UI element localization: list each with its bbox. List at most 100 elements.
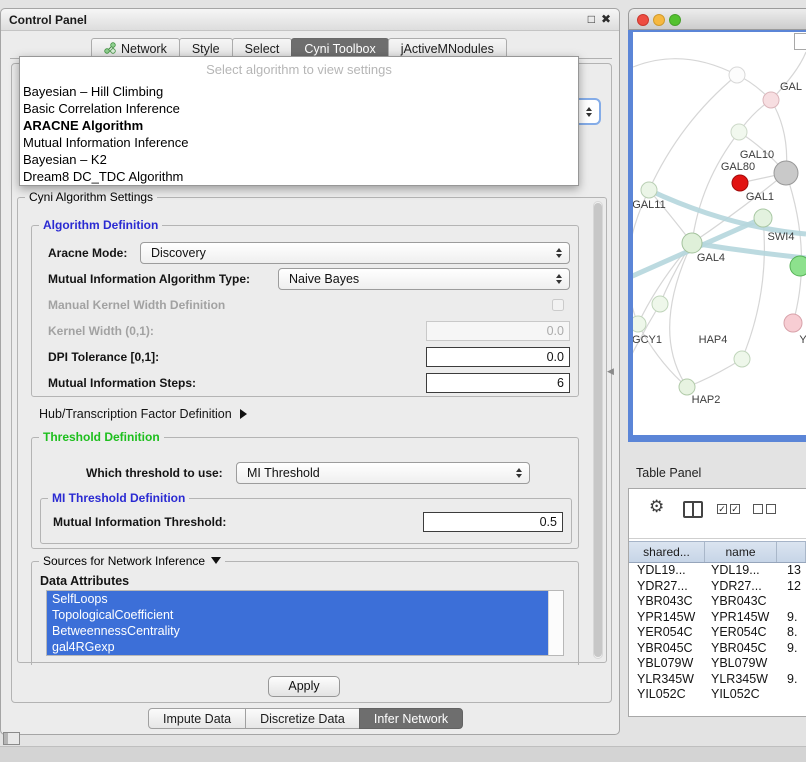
network-node[interactable] xyxy=(754,209,772,227)
network-edge[interactable] xyxy=(649,190,806,234)
algorithm-option[interactable]: Bayesian – K2 xyxy=(20,151,578,168)
table-cell: YBR045C xyxy=(629,641,705,657)
network-edge[interactable] xyxy=(786,173,802,323)
close-traffic-light-icon[interactable] xyxy=(637,14,649,26)
algorithm-option[interactable]: Bayesian – Hill Climbing xyxy=(20,83,578,100)
table-cell xyxy=(777,594,806,610)
attribute-list-item[interactable]: gal4RGexp xyxy=(47,639,549,655)
network-node-label: SWI4 xyxy=(768,231,795,243)
table-row[interactable]: YIL052CYIL052C xyxy=(629,687,806,703)
network-node-label: GCY1 xyxy=(633,334,662,346)
network-edge[interactable] xyxy=(670,243,692,387)
kernel-width-input[interactable] xyxy=(426,321,570,341)
aracne-mode-label: Aracne Mode: xyxy=(48,242,127,264)
network-toolbar-fragment[interactable] xyxy=(794,33,806,50)
network-node[interactable] xyxy=(774,161,798,185)
sources-title[interactable]: Sources for Network Inference xyxy=(39,554,225,568)
network-node[interactable] xyxy=(682,233,702,253)
panel-collapse-arrow-icon[interactable]: ◀ xyxy=(607,366,614,377)
attribute-list-item[interactable]: TopologicalCoefficient xyxy=(47,607,549,623)
apply-button[interactable]: Apply xyxy=(268,676,340,697)
table-row[interactable]: YDL19...YDL19...13 xyxy=(629,563,806,579)
screen: Control Panel □ ✖ NetworkStyleSelectCyni… xyxy=(0,0,806,762)
bottom-tab-discretize-data[interactable]: Discretize Data xyxy=(245,708,360,729)
manual-kernel-width-checkbox[interactable] xyxy=(552,299,564,311)
network-node[interactable] xyxy=(641,182,657,198)
which-threshold-label: Which threshold to use: xyxy=(86,462,223,484)
table-row[interactable]: YPR145WYPR145W9. xyxy=(629,610,806,626)
algorithm-option[interactable]: Basic Correlation Inference xyxy=(20,100,578,117)
table-cell: YPR145W xyxy=(629,610,705,626)
network-node[interactable] xyxy=(763,92,779,108)
network-node-label: GAL11 xyxy=(633,199,666,211)
algorithm-option[interactable]: Dream8 DC_TDC Algorithm xyxy=(20,168,578,185)
network-node-label: GAL10 xyxy=(740,149,774,161)
bottom-tab-infer-network[interactable]: Infer Network xyxy=(359,708,463,729)
table-cell: YBR045C xyxy=(705,641,777,657)
dpi-tolerance-input[interactable] xyxy=(426,347,570,367)
table-panel-title: Table Panel xyxy=(636,466,701,480)
network-node[interactable] xyxy=(679,379,695,395)
spinner-arrows-icon xyxy=(516,468,522,478)
table-cell: YIL052C xyxy=(629,687,705,703)
gear-icon[interactable]: ⚙ xyxy=(649,497,664,517)
algorithm-option[interactable]: ARACNE Algorithm xyxy=(20,117,578,134)
table-row[interactable]: YBR043CYBR043C xyxy=(629,594,806,610)
table-row[interactable]: YLR345WYLR345W9. xyxy=(629,672,806,688)
data-attributes-list[interactable]: SelfLoopsTopologicalCoefficientBetweenne… xyxy=(46,590,564,656)
tab-label: Cyni Toolbox xyxy=(304,42,375,56)
table-cell xyxy=(777,687,806,703)
float-window-icon[interactable]: □ xyxy=(588,12,595,26)
network-edge[interactable] xyxy=(742,218,764,359)
network-node[interactable] xyxy=(732,175,748,191)
table-row[interactable]: YBR045CYBR045C9. xyxy=(629,641,806,657)
which-threshold-combobox[interactable]: MI Threshold xyxy=(236,462,530,484)
zoom-traffic-light-icon[interactable] xyxy=(669,14,681,26)
network-node[interactable] xyxy=(729,67,745,83)
collapse-down-icon xyxy=(211,557,221,564)
which-threshold-value: MI Threshold xyxy=(247,466,320,480)
control-panel-titlebar[interactable]: Control Panel □ ✖ xyxy=(1,9,619,31)
aracne-mode-combobox[interactable]: Discovery xyxy=(140,242,570,264)
table-cell: YER054C xyxy=(629,625,705,641)
settings-scrollbar-thumb[interactable] xyxy=(594,203,602,657)
table-cell: 9. xyxy=(777,610,806,626)
mi-algorithm-type-combobox[interactable]: Naive Bayes xyxy=(278,268,570,290)
sources-group: Sources for Network Inference Data Attri… xyxy=(31,561,579,665)
close-window-icon[interactable]: ✖ xyxy=(601,12,611,26)
table-row[interactable]: YER054CYER054C8. xyxy=(629,625,806,641)
table-column-header[interactable]: shared... xyxy=(629,542,705,562)
mi-steps-input[interactable] xyxy=(426,373,570,393)
deselect-all-icon[interactable] xyxy=(753,504,776,514)
bottom-tab-impute-data[interactable]: Impute Data xyxy=(148,708,246,729)
table-cell: YDR27... xyxy=(629,579,705,595)
select-all-icon[interactable]: ✓ ✓ xyxy=(717,504,740,514)
network-window-titlebar[interactable] xyxy=(628,8,806,30)
table-row[interactable]: YBL079WYBL079W xyxy=(629,656,806,672)
network-node[interactable] xyxy=(734,351,750,367)
network-node[interactable] xyxy=(652,296,668,312)
attribute-list-item[interactable]: BetweennessCentrality xyxy=(47,623,549,639)
mi-threshold-definition-title: MI Threshold Definition xyxy=(48,491,189,505)
algorithm-dropdown-placeholder: Select algorithm to view settings xyxy=(20,57,578,83)
network-node[interactable] xyxy=(784,314,802,332)
algorithm-option[interactable]: Mutual Information Inference xyxy=(20,134,578,151)
table-column-header[interactable] xyxy=(777,542,806,562)
docked-panel-icon[interactable] xyxy=(3,732,20,745)
network-edge[interactable] xyxy=(633,59,737,75)
control-panel-title: Control Panel xyxy=(9,13,87,27)
mi-threshold-input[interactable] xyxy=(423,512,563,532)
network-node[interactable] xyxy=(633,316,646,332)
threshold-definition-group: Threshold Definition Which threshold to … xyxy=(31,437,579,549)
network-edge[interactable] xyxy=(687,359,742,387)
column-chooser-icon[interactable] xyxy=(683,501,703,518)
attribute-list-item[interactable]: SelfLoops xyxy=(47,591,549,607)
minimize-traffic-light-icon[interactable] xyxy=(653,14,665,26)
network-node[interactable] xyxy=(731,124,747,140)
hub-transcription-factor-section[interactable]: Hub/Transcription Factor Definition xyxy=(39,405,247,423)
network-canvas[interactable]: GALGAL80GAL10GAL1GAL11SWI4GAL4GCY1HAP4HA… xyxy=(633,32,806,435)
network-node[interactable] xyxy=(790,256,806,276)
attributes-scrollbar[interactable] xyxy=(548,591,563,655)
table-row[interactable]: YDR27...YDR27...12 xyxy=(629,579,806,595)
table-column-header[interactable]: name xyxy=(705,542,777,562)
